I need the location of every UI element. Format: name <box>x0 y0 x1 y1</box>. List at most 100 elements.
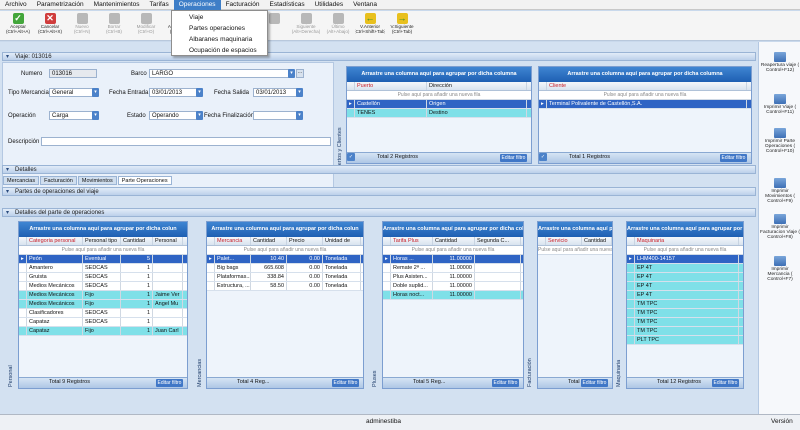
menu-0[interactable]: Archivo <box>0 0 32 10</box>
pluses-col-0[interactable]: Tarifa Plus <box>391 237 433 245</box>
table-row[interactable]: TM TPC <box>627 309 743 318</box>
toolbar-button-12[interactable]: → V.Siguiente (Ctrl+Tab) <box>387 13 417 41</box>
mercancias-group-header[interactable]: Arrastre una columna aquí para agrupar p… <box>207 222 363 237</box>
fecha-salida-dropdown[interactable]: ▾ <box>296 88 303 97</box>
clientes-new-row[interactable]: Pulse aquí para añadir una nueva fila <box>539 91 751 100</box>
toolbar-button-10[interactable]: Último (Alt+Abajo) <box>323 13 353 41</box>
fecha-entrada-field[interactable]: 03/01/2013 <box>149 88 197 97</box>
toolbar-button-1[interactable]: ✕ Cancelar (Ctrl+Alt+X) <box>35 13 65 41</box>
table-row[interactable]: EP 4T <box>627 282 743 291</box>
personal-edit-filter-button[interactable]: Editar filtro <box>156 379 183 387</box>
dropdown-item-1[interactable]: Partes operaciones <box>172 23 267 34</box>
table-row[interactable]: ▸ Peón Eventual 5 <box>19 255 187 264</box>
table-row[interactable]: Horas noct... 11.00000 <box>383 291 523 300</box>
mercancias-col-1[interactable]: Cantidad <box>251 237 287 245</box>
menu-1[interactable]: Parametrización <box>32 0 89 10</box>
clientes-filter-toggle[interactable]: ✓ <box>539 153 547 161</box>
facturacion-col-0[interactable]: Servicio <box>546 237 582 245</box>
menu-7[interactable]: Utilidades <box>310 0 349 10</box>
personal-col-3[interactable]: Personal <box>153 237 183 245</box>
maquinaria-col-0[interactable]: Maquinaria <box>635 237 739 245</box>
personal-new-row[interactable]: Pulse aquí para añadir una nueva fila <box>19 246 187 255</box>
table-row[interactable]: Medios Mecánicos Fijo 1 Jaime Ver <box>19 291 187 300</box>
toolbar-button-0[interactable]: ✓ Aceptar (Ctrl+Alt+A) <box>3 13 33 41</box>
partes-panel-title[interactable]: Partes de operaciones del viaje <box>2 187 756 197</box>
table-row[interactable]: Big bags 665.608 0.00 Tonelada <box>207 264 363 273</box>
dropdown-item-2[interactable]: Albaranes maquinaria <box>172 34 267 45</box>
pluses-col-1[interactable]: Cantidad <box>433 237 475 245</box>
dropdown-item-0[interactable]: Viaje <box>172 12 267 23</box>
dropdown-item-3[interactable]: Ocupación de espacios <box>172 45 267 56</box>
right-action-0[interactable]: Reapertura viaje ( Control+F12) <box>760 52 800 73</box>
detalle-parte-panel-title[interactable]: Detalles del parte de operaciones <box>2 208 756 218</box>
table-row[interactable]: Plataformas... 338.84 0.00 Tonelada <box>207 273 363 282</box>
table-row[interactable]: Amantero SEDCAS 1 <box>19 264 187 273</box>
toolbar-button-11[interactable]: ← V.Anterior (Ctrl+Shift+Tab) <box>355 13 385 41</box>
table-row[interactable]: Capataz SEDCAS 1 <box>19 318 187 327</box>
menu-3[interactable]: Tarifas <box>145 0 174 10</box>
estado-dropdown[interactable]: ▾ <box>196 111 203 120</box>
personal-col-0[interactable]: Categoria personal <box>27 237 83 245</box>
fecha-salida-field[interactable]: 03/01/2013 <box>253 88 297 97</box>
mercancias-edit-filter-button[interactable]: Editar filtro <box>332 379 359 387</box>
fecha-finalizacion-field[interactable] <box>253 111 297 120</box>
table-row[interactable]: Medios Mecánicos SEDCAS 1 <box>19 282 187 291</box>
tab-3[interactable]: Parte Operaciones <box>117 176 172 185</box>
table-row[interactable]: TM TPC <box>627 327 743 336</box>
detalles-panel-title[interactable]: Detalles <box>2 165 756 175</box>
pluses-new-row[interactable]: Pulse aquí para añadir una nueva fila <box>383 246 523 255</box>
table-row[interactable]: Remate 2ª ... 11.00000 <box>383 264 523 273</box>
clientes-group-header[interactable]: Arrastre una columna aquí para agrupar p… <box>539 67 751 82</box>
table-row[interactable]: ▸ Castellón Origen <box>347 100 531 109</box>
pluses-edit-filter-button[interactable]: Editar filtro <box>492 379 519 387</box>
numero-field[interactable]: 013016 <box>49 69 97 78</box>
viaje-panel-title[interactable]: Viaje: 013016 <box>2 52 756 62</box>
personal-col-1[interactable]: Personal tipo <box>83 237 121 245</box>
fecha-finalizacion-dropdown[interactable]: ▾ <box>296 111 303 120</box>
facturacion-col-1[interactable]: Cantidad <box>582 237 612 245</box>
table-row[interactable]: Medios Mecánicos Fijo 1 Angel Mu <box>19 300 187 309</box>
mercancias-col-0[interactable]: Mercancia <box>215 237 251 245</box>
barco-dropdown-button[interactable]: ▾ <box>288 69 295 78</box>
clientes-col-0[interactable]: Cliente <box>547 82 747 90</box>
table-row[interactable]: Gruista SEDCAS 1 <box>19 273 187 282</box>
table-row[interactable]: ▸ Terminal Polivalente de Castellón,S.A. <box>539 100 751 109</box>
personal-col-2[interactable]: Cantidad <box>121 237 153 245</box>
table-row[interactable]: Estructura, ... 58.50 0.00 Tonelada <box>207 282 363 291</box>
pluses-group-header[interactable]: Arrastre una columna aquí para agrupar p… <box>383 222 523 237</box>
table-row[interactable]: Clasificadores SEDCAS 1 <box>19 309 187 318</box>
puertos-new-row[interactable]: Pulse aquí para añadir una nueva fila <box>347 91 531 100</box>
table-row[interactable]: EP 4T <box>627 264 743 273</box>
mercancias-col-2[interactable]: Precio <box>287 237 323 245</box>
menu-6[interactable]: Estadísticas <box>265 0 310 10</box>
puertos-col-1[interactable]: Dirección <box>427 82 527 90</box>
menu-2[interactable]: Mantenimientos <box>89 0 145 10</box>
fecha-entrada-dropdown[interactable]: ▾ <box>196 88 203 97</box>
right-action-5[interactable]: Imprimir Mercancia ( Control+F7) <box>760 256 800 283</box>
barco-more-button[interactable]: ··· <box>296 69 304 78</box>
tab-1[interactable]: Facturación <box>40 176 77 185</box>
facturacion-group-header[interactable]: Arrastre una columna aquí para agrupar p… <box>538 222 612 237</box>
estado-field[interactable]: Operando <box>149 111 197 120</box>
barco-field[interactable]: LARGO <box>149 69 289 78</box>
toolbar-button-2[interactable]: Nuevo (Ctrl+N) <box>67 13 97 41</box>
table-row[interactable]: Capataz Fijo 1 Juan Carl <box>19 327 187 336</box>
table-row[interactable]: EP 4T <box>627 291 743 300</box>
tipo-mercancia-field[interactable]: General <box>49 88 93 97</box>
menu-8[interactable]: Ventana <box>348 0 382 10</box>
operacion-field[interactable]: Carga <box>49 111 93 120</box>
table-row[interactable]: TENES Destino <box>347 109 531 118</box>
right-action-3[interactable]: Imprimir Movimientos ( Control+F9) <box>760 178 800 205</box>
maquinaria-edit-filter-button[interactable]: Editar filtro <box>712 379 739 387</box>
pluses-col-2[interactable]: Segunda C... <box>475 237 521 245</box>
right-action-2[interactable]: Imprimir Parte Operaciones ( Control+F10… <box>760 128 800 155</box>
puertos-group-header[interactable]: Arrastre una columna aquí para agrupar p… <box>347 67 531 82</box>
descripcion-field[interactable] <box>41 137 331 146</box>
puertos-edit-filter-button[interactable]: Editar filtro <box>500 154 527 162</box>
facturacion-new-row[interactable]: Pulse aquí para añadir una nueva fila <box>538 246 612 255</box>
puertos-col-0[interactable]: Puerto <box>355 82 427 90</box>
mercancias-col-3[interactable]: Unidad de <box>323 237 361 245</box>
toolbar-button-4[interactable]: Modificar (Ctrl+D) <box>131 13 161 41</box>
personal-group-header[interactable]: Arrastre una columna aquí para agrupar p… <box>19 222 187 237</box>
menu-4[interactable]: Operaciones <box>173 0 221 10</box>
